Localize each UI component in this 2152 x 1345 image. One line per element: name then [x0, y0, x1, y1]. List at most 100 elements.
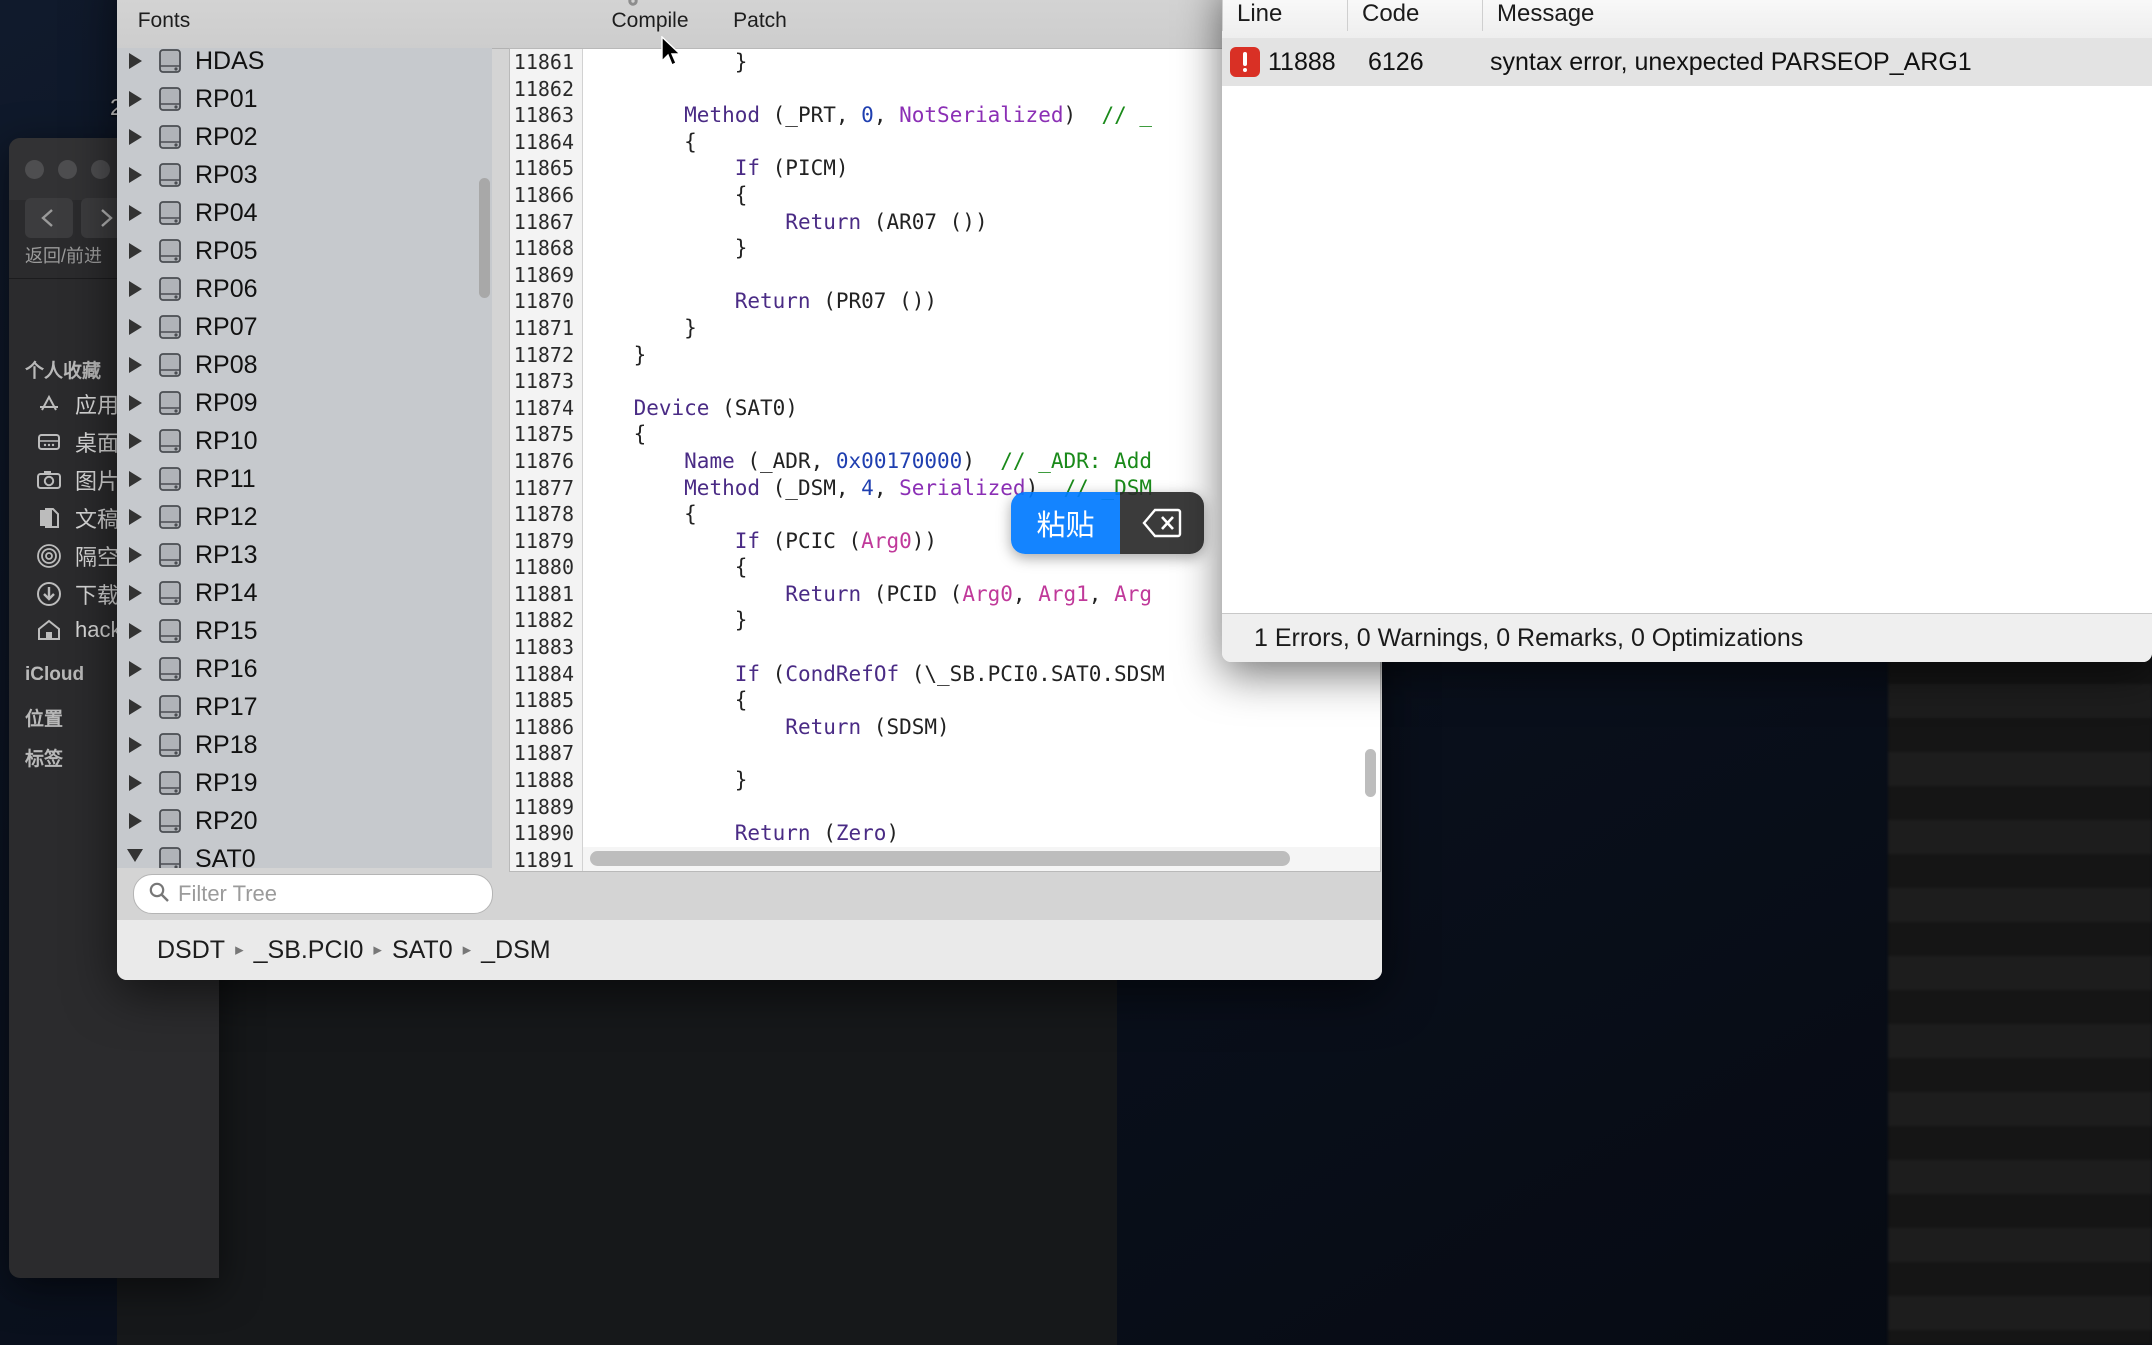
line-number: 11883 — [513, 635, 574, 660]
tree-item-rp03[interactable]: RP03 — [117, 156, 492, 194]
code-line[interactable]: } — [583, 767, 1380, 794]
breadcrumb-part[interactable]: _DSM — [481, 936, 550, 965]
chevron-right-icon[interactable] — [117, 53, 153, 69]
paste-popup[interactable]: 粘贴 — [1011, 492, 1204, 554]
code-line[interactable]: Return (Zero) — [583, 820, 1380, 847]
compiler-errors-window: Line Code Message 11888 6126 syntax erro… — [1222, 0, 2152, 662]
errors-table-body[interactable]: 11888 6126 syntax error, unexpected PARS… — [1222, 38, 2152, 614]
fonts-icon: A — [117, 0, 219, 6]
code-line[interactable] — [583, 794, 1380, 821]
code-line[interactable]: { — [583, 687, 1380, 714]
tree-item-rp13[interactable]: RP13 — [117, 536, 492, 574]
tree-item-rp16[interactable]: RP16 — [117, 650, 492, 688]
sidebar-item-desktop[interactable]: 桌面 — [35, 426, 119, 458]
close-icon[interactable] — [25, 160, 44, 179]
chevron-right-icon[interactable] — [117, 129, 153, 145]
backspace-delete-icon[interactable] — [1120, 492, 1204, 554]
device-icon — [153, 769, 187, 797]
chevron-right-icon[interactable] — [117, 623, 153, 639]
sidebar-item-pictures[interactable]: 图片 — [35, 464, 119, 496]
chevron-right-icon[interactable] — [117, 585, 153, 601]
tree-item-sat0[interactable]: SAT0 — [117, 840, 492, 868]
photos-icon — [35, 466, 63, 494]
code-line[interactable]: If (CondRefOf (\_SB.PCI0.SAT0.SDSM — [583, 661, 1380, 688]
table-row[interactable]: 11888 6126 syntax error, unexpected PARS… — [1222, 38, 2152, 86]
desktop-icon — [35, 428, 63, 456]
breadcrumb-part[interactable]: SAT0 — [392, 936, 453, 965]
errors-table-header: Line Code Message — [1222, 0, 2152, 39]
chevron-right-icon[interactable] — [117, 661, 153, 677]
tree-item-rp02[interactable]: RP02 — [117, 118, 492, 156]
sidebar-item-downloads[interactable]: 下载 — [35, 578, 119, 610]
column-header-message[interactable]: Message — [1482, 0, 2152, 31]
chevron-right-icon[interactable] — [117, 699, 153, 715]
tree-item-hdas[interactable]: HDAS — [117, 48, 492, 80]
tree-item-rp19[interactable]: RP19 — [117, 764, 492, 802]
code-line[interactable] — [583, 740, 1380, 767]
line-number: 11863 — [513, 103, 574, 128]
patch-button[interactable]: Patch — [705, 0, 815, 46]
errors-status-bar: 1 Errors, 0 Warnings, 0 Remarks, 0 Optim… — [1222, 613, 2152, 662]
sidebar-item-documents[interactable]: 文稿 — [35, 502, 119, 534]
chevron-right-icon[interactable] — [117, 319, 153, 335]
tree-item-rp10[interactable]: RP10 — [117, 422, 492, 460]
chevron-right-icon[interactable] — [117, 167, 153, 183]
tree-item-rp09[interactable]: RP09 — [117, 384, 492, 422]
breadcrumb-part[interactable]: _SB.PCI0 — [254, 936, 364, 965]
maximize-icon[interactable] — [91, 160, 110, 179]
tree-item-rp11[interactable]: RP11 — [117, 460, 492, 498]
code-line[interactable]: Return (SDSM) — [583, 714, 1380, 741]
chevron-right-icon[interactable] — [117, 357, 153, 373]
chevron-right-icon[interactable] — [117, 547, 153, 563]
tree-item-label: RP12 — [195, 502, 258, 531]
filter-bar: Filter Tree — [117, 868, 493, 920]
chevron-right-icon[interactable] — [117, 243, 153, 259]
chevron-right-icon[interactable] — [117, 91, 153, 107]
line-number: 11885 — [513, 688, 574, 713]
tree-item-rp01[interactable]: RP01 — [117, 80, 492, 118]
chevron-right-icon[interactable] — [117, 813, 153, 829]
column-header-line[interactable]: Line — [1222, 0, 1347, 31]
chevron-right-icon[interactable] — [117, 433, 153, 449]
chevron-right-icon[interactable] — [117, 737, 153, 753]
filter-tree-input[interactable]: Filter Tree — [133, 874, 493, 914]
line-number: 11887 — [513, 741, 574, 766]
chevron-right-icon[interactable] — [117, 471, 153, 487]
chevron-right-icon[interactable] — [117, 775, 153, 791]
tree-item-label: RP16 — [195, 654, 258, 683]
back-button[interactable] — [25, 198, 73, 238]
tree-item-rp12[interactable]: RP12 — [117, 498, 492, 536]
tree-item-rp07[interactable]: RP07 — [117, 308, 492, 346]
sidebar-group-tags: 标签 — [25, 749, 64, 770]
compile-button[interactable]: Compile — [595, 0, 705, 46]
tree-item-rp18[interactable]: RP18 — [117, 726, 492, 764]
tree-item-rp08[interactable]: RP08 — [117, 346, 492, 384]
breadcrumb[interactable]: DSDT ▸ _SB.PCI0 ▸ SAT0 ▸ _DSM — [117, 920, 1382, 980]
editor-vscrollbar-thumb[interactable] — [1365, 749, 1376, 797]
line-number: 11877 — [513, 475, 574, 500]
tree-item-rp06[interactable]: RP06 — [117, 270, 492, 308]
tree-item-rp04[interactable]: RP04 — [117, 194, 492, 232]
tree-item-rp05[interactable]: RP05 — [117, 232, 492, 270]
minimize-icon[interactable] — [58, 160, 77, 179]
tree-item-rp14[interactable]: RP14 — [117, 574, 492, 612]
paste-button[interactable]: 粘贴 — [1011, 492, 1120, 554]
chevron-right-icon[interactable] — [117, 281, 153, 297]
breadcrumb-part[interactable]: DSDT — [157, 936, 225, 965]
device-icon — [153, 161, 187, 189]
tree-item-rp15[interactable]: RP15 — [117, 612, 492, 650]
chevron-right-icon[interactable] — [117, 395, 153, 411]
line-number: 11874 — [513, 395, 574, 420]
editor-hscrollbar-thumb[interactable] — [590, 851, 1290, 866]
line-number: 11890 — [513, 821, 574, 846]
chevron-right-icon[interactable] — [117, 205, 153, 221]
chevron-down-icon[interactable] — [117, 848, 153, 869]
chevron-right-icon[interactable] — [117, 509, 153, 525]
tree-item-rp17[interactable]: RP17 — [117, 688, 492, 726]
tree-scrollbar-thumb[interactable] — [479, 178, 490, 298]
fonts-label: Fonts — [137, 9, 191, 32]
tree-item-rp20[interactable]: RP20 — [117, 802, 492, 840]
fonts-button[interactable]: A Fonts — [117, 0, 219, 46]
acpi-tree-panel[interactable]: HDAS RP01 RP02 RP03 RP04 RP05 RP06 RP07 RP08 RP09… — [117, 48, 492, 868]
column-header-code[interactable]: Code — [1347, 0, 1482, 31]
